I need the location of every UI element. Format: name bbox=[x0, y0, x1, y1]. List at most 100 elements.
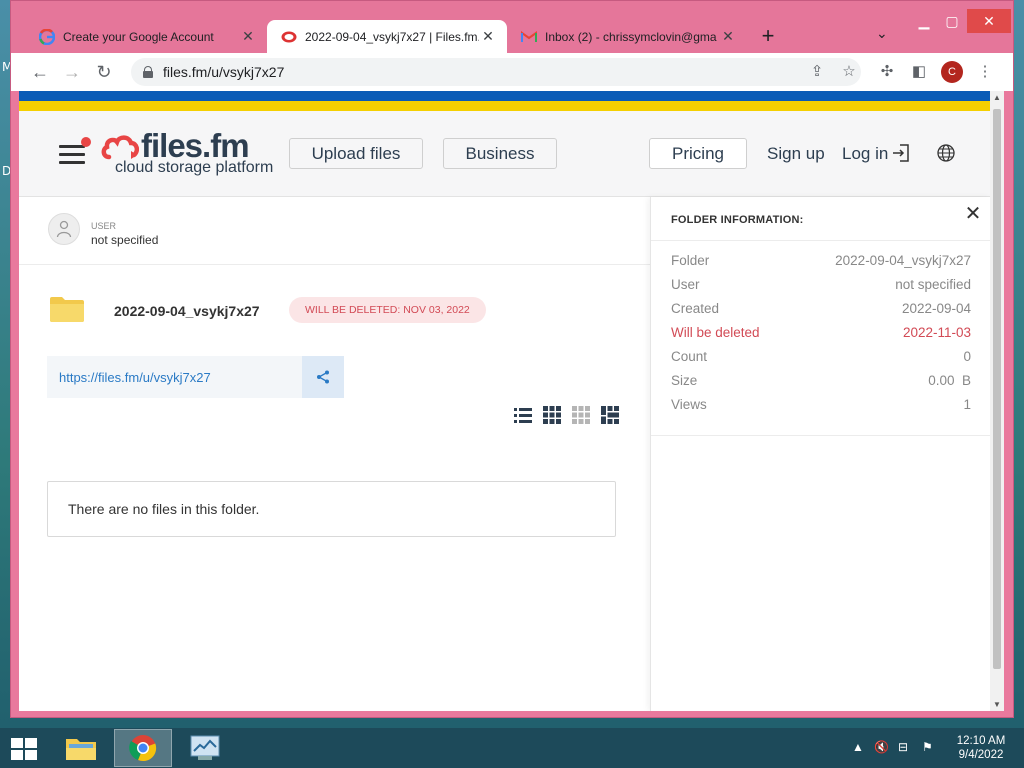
info-label: Folder bbox=[671, 253, 710, 268]
user-avatar-icon bbox=[48, 213, 80, 245]
tab-search-icon[interactable]: ⌄ bbox=[876, 25, 888, 42]
info-row-user: User not specified bbox=[671, 277, 971, 301]
notification-dot bbox=[81, 137, 91, 147]
info-label: Views bbox=[671, 397, 707, 412]
globe-language-icon[interactable] bbox=[937, 144, 955, 162]
ukraine-flag-stripe-yellow bbox=[19, 101, 990, 111]
close-tab-icon[interactable]: ✕ bbox=[239, 28, 257, 45]
browser-window: Create your Google Account ✕ 2022-09-04_… bbox=[10, 0, 1014, 718]
reload-icon[interactable]: ↻ bbox=[93, 61, 115, 83]
view-mode-switcher bbox=[513, 405, 620, 425]
volume-muted-icon[interactable]: 🔇 bbox=[874, 740, 889, 754]
tab-google-account[interactable]: Create your Google Account ✕ bbox=[25, 20, 267, 53]
scroll-down-arrow-icon[interactable]: ▼ bbox=[990, 700, 1004, 709]
logo-cloud-icon bbox=[101, 135, 139, 160]
filesfm-icon bbox=[281, 29, 297, 45]
user-value: not specified bbox=[91, 233, 159, 247]
info-value: 2022-09-04 bbox=[901, 301, 971, 316]
new-tab-button[interactable]: + bbox=[756, 25, 780, 49]
info-value: 1 bbox=[963, 397, 971, 412]
back-arrow-icon[interactable]: ← bbox=[29, 61, 51, 83]
extensions-puzzle-icon[interactable]: ✣ bbox=[877, 62, 897, 82]
maximize-button[interactable]: ▢ bbox=[937, 9, 967, 33]
kebab-menu-icon[interactable]: ⋮ bbox=[975, 62, 995, 82]
clock-time: 12:10 AM bbox=[956, 735, 1006, 747]
system-clock[interactable]: 12:10 AM 9/4/2022 bbox=[948, 734, 1014, 762]
share-page-icon[interactable]: ⇪ bbox=[807, 62, 827, 82]
close-tab-icon[interactable]: ✕ bbox=[479, 28, 497, 45]
profile-avatar[interactable]: C bbox=[941, 61, 963, 83]
tab-filesfm[interactable]: 2022-09-04_vsykj7x27 | Files.fm. ✕ bbox=[267, 20, 507, 53]
scrollbar-thumb[interactable] bbox=[993, 109, 1001, 669]
bookmark-star-icon[interactable]: ☆ bbox=[839, 62, 859, 82]
share-button[interactable] bbox=[302, 356, 344, 398]
medium-grid-view-icon[interactable] bbox=[571, 405, 591, 425]
tab-gmail[interactable]: Inbox (2) - chrissymclovin@gma ✕ bbox=[507, 20, 747, 53]
minimize-button[interactable]: ▁ bbox=[909, 9, 939, 33]
hamburger-menu-icon[interactable] bbox=[59, 137, 91, 165]
network-icon[interactable]: ⊟ bbox=[898, 740, 908, 754]
info-label: Created bbox=[671, 301, 720, 316]
panel-title: FOLDER INFORMATION: bbox=[671, 214, 804, 226]
info-row-views: Views 1 bbox=[671, 397, 971, 421]
sign-up-link[interactable]: Sign up bbox=[767, 144, 825, 164]
forward-arrow-icon[interactable]: → bbox=[61, 61, 83, 83]
info-row-size: Size 0.00 B bbox=[671, 373, 971, 397]
list-view-icon[interactable] bbox=[513, 405, 533, 425]
user-label: USER bbox=[91, 221, 117, 231]
tab-strip: Create your Google Account ✕ 2022-09-04_… bbox=[11, 1, 1013, 53]
folder-info-panel: FOLDER INFORMATION: ✕ Folder 2022-09-04_… bbox=[650, 197, 990, 711]
address-bar[interactable]: files.fm/u/vsykj7x27 bbox=[131, 58, 861, 86]
chrome-taskbar-icon[interactable] bbox=[114, 729, 172, 767]
info-value: 2022-11-03 bbox=[902, 325, 971, 340]
show-hidden-icons-chevron[interactable]: ▲ bbox=[852, 740, 864, 754]
empty-folder-message: There are no files in this folder. bbox=[47, 481, 616, 537]
mosaic-view-icon[interactable] bbox=[600, 405, 620, 425]
folder-name: 2022-09-04_vsykj7x27 bbox=[114, 303, 260, 319]
info-label: Will be deleted bbox=[671, 325, 760, 340]
tab-title: Create your Google Account bbox=[63, 29, 214, 44]
windows-taskbar: ▲ 🔇 ⊟ ⚑ 12:10 AM 9/4/2022 bbox=[0, 728, 1024, 768]
info-value: 0 bbox=[963, 349, 971, 364]
close-tab-icon[interactable]: ✕ bbox=[719, 28, 737, 45]
info-row-folder: Folder 2022-09-04_vsykj7x27 bbox=[671, 253, 971, 277]
file-explorer-taskbar-icon[interactable] bbox=[52, 729, 110, 767]
logo-tagline: cloud storage platform bbox=[115, 159, 274, 176]
log-in-link[interactable]: Log in bbox=[842, 144, 888, 164]
folder-icon bbox=[50, 297, 84, 322]
info-value: not specified bbox=[895, 277, 971, 292]
url-text: files.fm/u/vsykj7x27 bbox=[163, 64, 285, 80]
site-header: files.fm cloud storage platform Upload f… bbox=[19, 111, 990, 197]
action-center-flag-icon[interactable]: ⚑ bbox=[922, 740, 933, 754]
close-panel-icon[interactable]: ✕ bbox=[964, 204, 982, 224]
close-window-button[interactable]: ✕ bbox=[967, 9, 1011, 33]
pricing-button[interactable]: Pricing bbox=[649, 138, 747, 169]
browser-toolbar: ← → ↻ files.fm/u/vsykj7x27 ⇪ ☆ ✣ ◧ C ⋮ bbox=[11, 53, 1013, 91]
folder-link[interactable]: https://files.fm/u/vsykj7x27 bbox=[47, 370, 302, 385]
gmail-icon bbox=[521, 29, 537, 45]
tab-title: 2022-09-04_vsykj7x27 | Files.fm. bbox=[305, 29, 479, 44]
panel-divider bbox=[651, 435, 990, 436]
lock-icon bbox=[143, 66, 153, 78]
info-row-will-be-deleted: Will be deleted 2022-11-03 bbox=[671, 325, 971, 349]
task-manager-taskbar-icon[interactable] bbox=[176, 729, 234, 767]
page-scrollbar[interactable]: ▲ ▼ bbox=[990, 91, 1004, 711]
info-row-count: Count 0 bbox=[671, 349, 971, 373]
info-value: 2022-09-04_vsykj7x27 bbox=[835, 253, 971, 268]
upload-files-button[interactable]: Upload files bbox=[289, 138, 423, 169]
info-value: 0.00 B bbox=[928, 373, 971, 388]
side-panel-icon[interactable]: ◧ bbox=[909, 62, 929, 82]
ukraine-flag-stripe-blue bbox=[19, 91, 990, 101]
scroll-up-arrow-icon[interactable]: ▲ bbox=[990, 93, 1004, 102]
info-label: User bbox=[671, 277, 700, 292]
deletion-date-badge: WILL BE DELETED: NOV 03, 2022 bbox=[289, 297, 486, 323]
info-label: Count bbox=[671, 349, 708, 364]
tab-title: Inbox (2) - chrissymclovin@gma bbox=[545, 29, 717, 44]
folder-info-list: Folder 2022-09-04_vsykj7x27 User not spe… bbox=[671, 253, 971, 421]
info-row-created: Created 2022-09-04 bbox=[671, 301, 971, 325]
login-door-icon[interactable] bbox=[892, 143, 910, 163]
small-grid-view-icon[interactable] bbox=[542, 405, 562, 425]
user-row: USER not specified bbox=[19, 197, 650, 265]
windows-start-icon[interactable] bbox=[10, 737, 38, 761]
business-button[interactable]: Business bbox=[443, 138, 557, 169]
